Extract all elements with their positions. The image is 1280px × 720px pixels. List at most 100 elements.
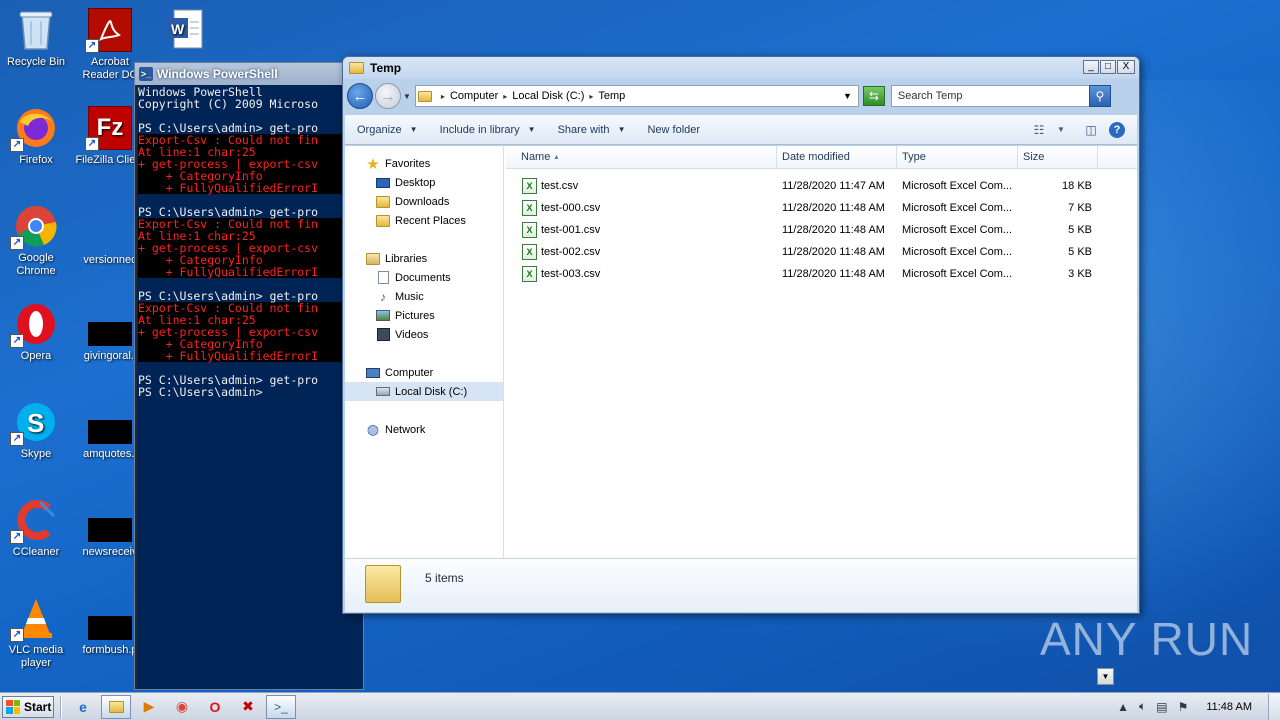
powershell-titlebar[interactable]: >_ Windows PowerShell — [135, 63, 363, 85]
nav-local-disk[interactable]: Local Disk (C:) — [345, 382, 503, 401]
breadcrumb-separator-icon[interactable]: ▸ — [441, 92, 445, 101]
column-header-name[interactable]: ▲ Name — [506, 146, 777, 169]
nav-downloads[interactable]: Downloads — [345, 192, 503, 211]
file-row[interactable]: Xtest-001.csv 11/28/2020 11:48 AM Micros… — [506, 219, 1137, 241]
file-thumbnail-icon — [88, 420, 132, 444]
desktop-icon-label: Google Chrome — [16, 252, 56, 277]
taskbar-chrome[interactable]: ◉ — [167, 695, 197, 719]
vlc-icon: ↗ — [10, 596, 58, 642]
taskbar-powershell[interactable]: >_ — [266, 694, 296, 719]
refresh-button[interactable]: ⇆ — [862, 86, 885, 106]
file-row[interactable]: Xtest-002.csv 11/28/2020 11:48 AM Micros… — [506, 241, 1137, 263]
desktop-icon-firefox[interactable]: ↗ Firefox — [0, 106, 72, 167]
file-row[interactable]: Xtest-003.csv 11/28/2020 11:48 AM Micros… — [506, 263, 1137, 285]
taskbar-app-red[interactable]: ✖ — [233, 695, 263, 719]
desktop-icon-label: VLC media player — [8, 644, 64, 669]
include-in-library-button[interactable]: Include in library ▼ — [428, 124, 546, 136]
recent-places-icon — [375, 214, 391, 228]
shortcut-arrow-icon: ↗ — [10, 432, 24, 446]
network-status-icon[interactable]: ▤ — [1156, 700, 1167, 714]
taskbar-explorer[interactable] — [101, 694, 131, 719]
start-button[interactable]: Start — [2, 695, 54, 718]
nav-network[interactable]: ◍ Network — [345, 420, 503, 439]
desktop-icon-recycle-bin[interactable]: Recycle Bin — [0, 8, 72, 69]
include-in-library-label: Include in library — [439, 123, 520, 136]
excel-csv-icon: X — [522, 178, 537, 194]
file-type: Microsoft Excel Com... — [902, 268, 1013, 280]
desktop-icon-chrome[interactable]: ↗ Google Chrome — [0, 204, 72, 278]
desktop-icon-opera[interactable]: ↗ Opera — [0, 302, 72, 363]
back-button[interactable]: ← — [347, 83, 373, 109]
shortcut-arrow-icon: ↗ — [85, 39, 99, 53]
breadcrumb-computer[interactable]: Computer — [450, 90, 498, 102]
organize-button[interactable]: Organize ▼ — [345, 124, 428, 136]
desktop-icon-ccleaner[interactable]: ↗ CCleaner — [0, 498, 72, 559]
refresh-icon: ⇆ — [868, 89, 879, 103]
chevron-down-icon: ▼ — [1101, 672, 1110, 681]
nav-desktop[interactable]: Desktop — [345, 173, 503, 192]
search-button[interactable]: ⚲ — [1088, 85, 1111, 107]
nav-favorites[interactable]: ★ Favorites — [345, 154, 503, 173]
ccleaner-icon: ↗ — [10, 498, 58, 544]
recent-pages-dropdown-icon[interactable]: ▼ — [403, 92, 411, 101]
nav-recent-places[interactable]: Recent Places — [345, 211, 503, 230]
search-input[interactable]: Search Temp ⚲ — [890, 85, 1111, 107]
address-dropdown-icon[interactable]: ▼ — [843, 91, 852, 101]
preview-pane-icon[interactable]: ◫ — [1083, 123, 1099, 137]
explorer-titlebar[interactable]: Temp _ □ X — [343, 57, 1139, 79]
explorer-window[interactable]: Temp _ □ X ← → ▼ ▸ Computer ▸ Local Disk… — [342, 56, 1140, 614]
file-type: Microsoft Excel Com... — [902, 202, 1013, 214]
powershell-console[interactable]: Windows PowerShell Copyright (C) 2009 Mic… — [137, 85, 363, 689]
file-row[interactable]: Xtest-000.csv 11/28/2020 11:48 AM Micros… — [506, 197, 1137, 219]
file-date: 11/28/2020 11:47 AM — [782, 180, 885, 192]
column-header-size[interactable]: Size — [1018, 146, 1098, 169]
clock[interactable]: 11:48 AM — [1206, 701, 1252, 713]
desktop-icon-skype[interactable]: S ↗ Skype — [0, 400, 72, 461]
scroll-down-button[interactable]: ▼ — [1097, 668, 1114, 685]
action-center-flag-icon[interactable]: ⚑ — [1178, 700, 1189, 714]
show-desktop-button[interactable] — [1268, 693, 1280, 720]
column-header-type[interactable]: Type — [897, 146, 1018, 169]
desktop-icon-word-document[interactable]: W — [150, 8, 222, 56]
powershell-window[interactable]: >_ Windows PowerShell Windows PowerShell… — [134, 62, 364, 690]
taskbar-opera[interactable]: O — [200, 695, 230, 719]
desktop-icon-vlc[interactable]: ↗ VLC media player — [0, 596, 72, 670]
nav-documents[interactable]: Documents — [345, 268, 503, 287]
breadcrumb-separator-icon[interactable]: ▸ — [589, 92, 593, 101]
chevron-down-icon: ▼ — [527, 125, 536, 134]
help-icon[interactable]: ? — [1109, 121, 1125, 138]
nav-libraries[interactable]: Libraries — [345, 249, 503, 268]
excel-csv-icon: X — [522, 244, 537, 260]
column-header-date-modified[interactable]: Date modified — [777, 146, 897, 169]
breadcrumb-temp[interactable]: Temp — [598, 90, 625, 102]
taskbar-internet-explorer[interactable]: e — [68, 695, 98, 719]
maximize-button[interactable]: □ — [1100, 60, 1116, 74]
search-icon: ⚲ — [1095, 89, 1105, 103]
nav-music[interactable]: ♪ Music — [345, 287, 503, 306]
view-options-icon[interactable]: ☷ — [1031, 123, 1047, 137]
command-bar: Organize ▼ Include in library ▼ Share with… — [345, 115, 1137, 145]
forward-button[interactable]: → — [375, 83, 401, 109]
nav-label: Computer — [385, 366, 434, 379]
new-folder-button[interactable]: New folder — [635, 124, 710, 136]
svg-text:S: S — [27, 408, 44, 438]
address-bar[interactable]: ▸ Computer ▸ Local Disk (C:) ▸ Temp ▼ — [414, 85, 859, 107]
shortcut-arrow-icon: ↗ — [10, 236, 24, 250]
internet-explorer-icon: e — [79, 698, 87, 715]
libraries-icon — [365, 252, 381, 266]
breadcrumb-local-disk[interactable]: Local Disk (C:) — [512, 90, 584, 102]
file-list-pane[interactable]: ▲ Name Date modified Type Size Xtest.csv… — [506, 146, 1137, 558]
close-button[interactable]: X — [1117, 60, 1135, 74]
nav-videos[interactable]: Videos — [345, 325, 503, 344]
view-dropdown-icon[interactable]: ▼ — [1057, 123, 1065, 137]
show-hidden-icons-icon[interactable]: ▲ — [1117, 700, 1129, 714]
minimize-button[interactable]: _ — [1083, 60, 1099, 74]
breadcrumb-separator-icon[interactable]: ▸ — [503, 92, 507, 101]
nav-computer[interactable]: Computer — [345, 363, 503, 382]
volume-icon[interactable]: 🔈︎ — [1139, 699, 1146, 714]
nav-pictures[interactable]: Pictures — [345, 306, 503, 325]
navigation-pane[interactable]: ★ Favorites Desktop Downloads Recent Pla… — [345, 146, 504, 558]
file-row[interactable]: Xtest.csv 11/28/2020 11:47 AM Microsoft … — [506, 175, 1137, 197]
share-with-button[interactable]: Share with ▼ — [546, 124, 636, 136]
taskbar-media-player[interactable]: ▶ — [134, 695, 164, 719]
